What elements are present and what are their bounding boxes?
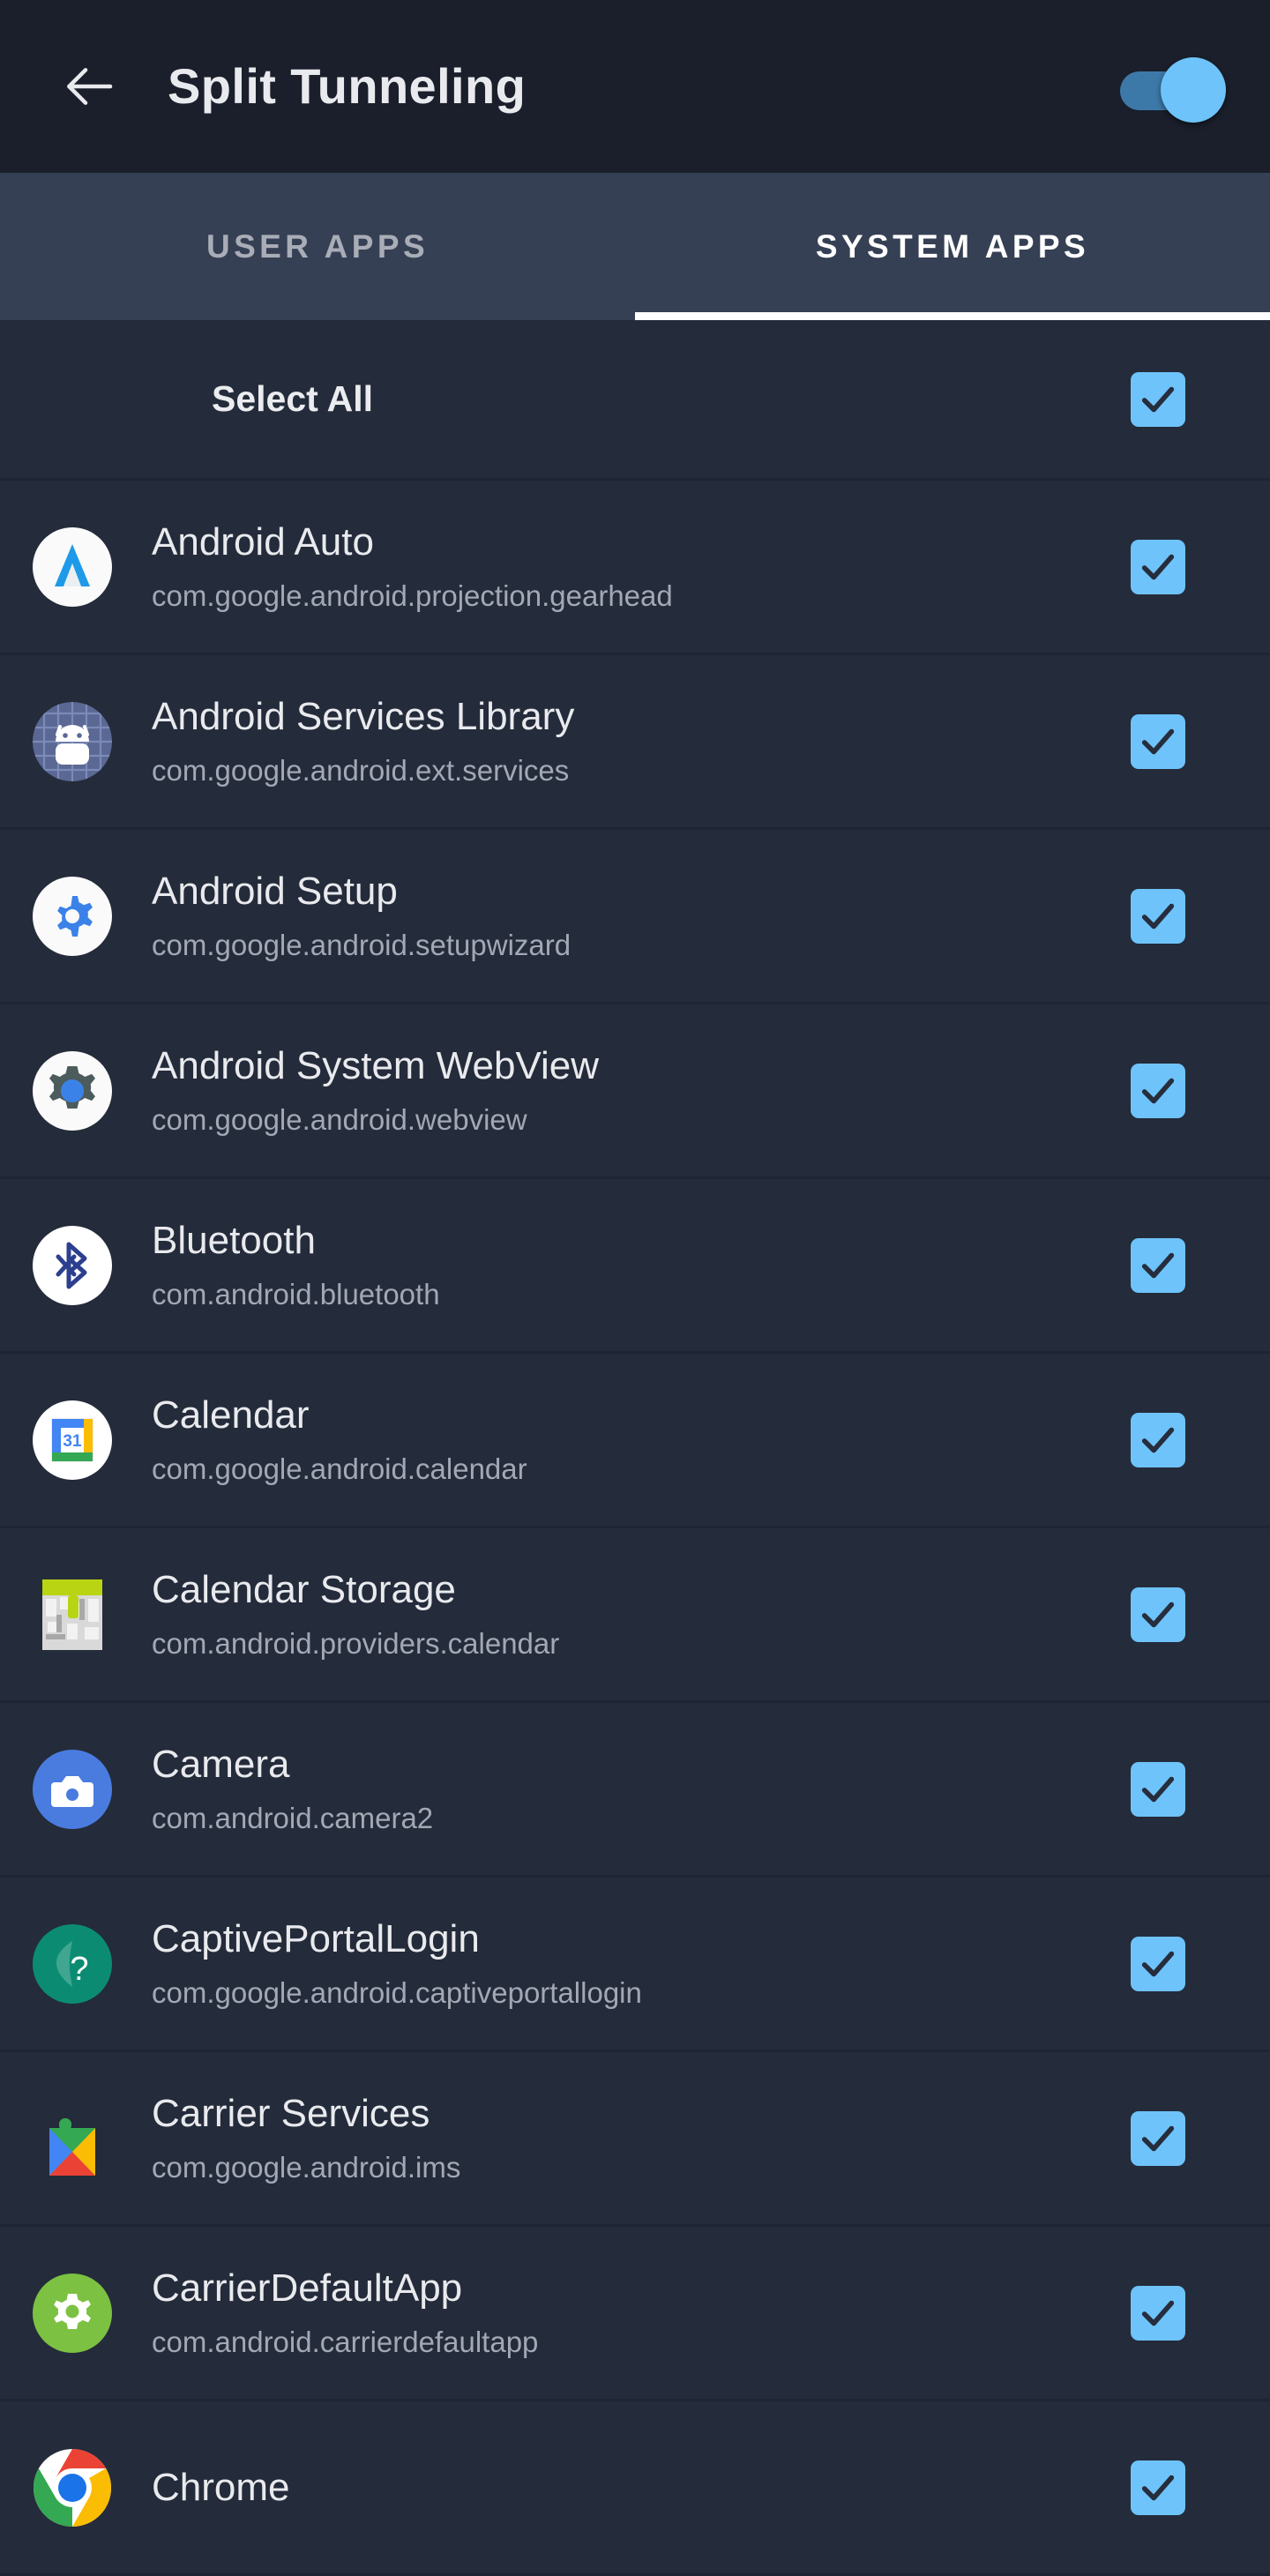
app-package-name: com.google.android.ext.services [152,755,570,788]
svg-text:31: 31 [63,1432,82,1451]
app-name: Android Services Library [152,695,575,738]
captive-portal-question-icon: ? [30,1922,115,2006]
app-row[interactable]: Android System WebView com.google.android… [0,1004,1270,1179]
app-checkbox[interactable] [1131,539,1185,594]
app-name: Camera [152,1743,290,1786]
android-webview-icon [30,1049,115,1133]
calendar-storage-icon [30,1572,115,1657]
app-package-name: com.google.android.ims [152,2152,461,2184]
android-auto-icon [30,525,115,609]
app-checkbox[interactable] [1131,1063,1185,1118]
app-checkbox[interactable] [1131,2460,1185,2515]
select-all-text: Select All [212,378,1131,420]
app-row[interactable]: Bluetooth com.android.bluetooth [0,1179,1270,1354]
app-package-name: com.android.bluetooth [152,1279,440,1311]
camera-icon [30,1747,115,1832]
app-row-text: Android System WebView com.google.android… [152,1045,1131,1137]
app-name: Android Auto [152,520,374,564]
app-name: Carrier Services [152,2092,430,2135]
app-name: Chrome [152,2466,290,2509]
app-row-text: Calendar Storage com.android.providers.ca… [152,1569,1131,1661]
app-checkbox[interactable] [1131,713,1185,769]
app-row-text: Camera com.android.camera2 [152,1743,1131,1835]
app-package-name: com.google.android.calendar [152,1453,527,1486]
app-row-text: CaptivePortalLogin com.google.android.cap… [152,1918,1131,2010]
app-checkbox[interactable] [1131,2285,1185,2341]
app-checkbox[interactable] [1131,1412,1185,1467]
app-row[interactable]: Calendar Storage com.android.providers.ca… [0,1528,1270,1703]
app-name: Android Setup [152,870,398,913]
app-checkbox[interactable] [1131,1237,1185,1293]
bluetooth-icon [30,1223,115,1308]
app-checkbox[interactable] [1131,2110,1185,2166]
app-row[interactable]: Chrome [0,2401,1270,2576]
android-setup-gear-icon [30,874,115,959]
app-package-name: com.android.carrierdefaultapp [152,2326,539,2359]
app-name: Calendar [152,1393,310,1437]
tab-user-apps-label: USER APPS [205,228,430,265]
app-name: Calendar Storage [152,1568,456,1611]
app-row-text: CarrierDefaultApp com.android.carrierdefa… [152,2267,1131,2359]
app-row-text: Android Setup com.google.android.setupwiz… [152,870,1131,962]
app-row[interactable]: Android Services Library com.google.andro… [0,655,1270,830]
app-row[interactable]: Carrier Services com.google.android.ims [0,2052,1270,2227]
app-name: CarrierDefaultApp [152,2266,463,2310]
tab-bar: USER APPS SYSTEM APPS [0,173,1270,320]
select-all-label: Select All [212,378,374,419]
app-checkbox[interactable] [1131,888,1185,944]
app-row-text: Chrome [152,2467,1131,2509]
tab-system-apps-label: SYSTEM APPS [815,228,1090,265]
app-row[interactable]: Camera com.android.camera2 [0,1703,1270,1878]
app-row[interactable]: Android Auto com.google.android.projectio… [0,481,1270,655]
app-package-name: com.google.android.projection.gearhead [152,580,673,613]
app-checkbox[interactable] [1131,1761,1185,1817]
arrow-left-icon [61,58,117,115]
carrier-default-gear-icon [30,2271,115,2356]
app-row[interactable]: 31 Calendar com.google.android.calendar [0,1354,1270,1528]
app-name: CaptivePortalLogin [152,1917,480,1960]
tab-system-apps[interactable]: SYSTEM APPS [635,173,1270,320]
app-row[interactable]: Android Setup com.google.android.setupwiz… [0,830,1270,1004]
app-package-name: com.google.android.captiveportallogin [152,1977,642,2010]
back-button[interactable] [51,49,127,124]
app-package-name: com.android.providers.calendar [152,1628,560,1661]
svg-text:?: ? [70,1951,88,1988]
app-row-text: Android Auto com.google.android.projectio… [152,521,1131,613]
app-row-text: Carrier Services com.google.android.ims [152,2093,1131,2184]
app-row[interactable]: CarrierDefaultApp com.android.carrierdefa… [0,2227,1270,2401]
google-play-services-puzzle-icon [30,2096,115,2181]
select-all-checkbox[interactable] [1131,371,1185,427]
app-package-name: com.google.android.webview [152,1104,527,1137]
app-name: Bluetooth [152,1219,316,1262]
app-bar: Split Tunneling [0,0,1270,173]
app-package-name: com.google.android.setupwizard [152,930,572,962]
app-row-text: Calendar com.google.android.calendar [152,1394,1131,1486]
page-title: Split Tunneling [168,58,527,114]
app-row-text: Android Services Library com.google.andro… [152,696,1131,788]
app-row[interactable]: ? CaptivePortalLogin com.google.android.c… [0,1878,1270,2052]
toggle-thumb [1161,57,1226,123]
app-checkbox[interactable] [1131,1936,1185,1991]
android-services-library-icon [30,699,115,784]
google-calendar-icon: 31 [30,1398,115,1482]
app-row-text: Bluetooth com.android.bluetooth [152,1220,1131,1311]
chrome-icon [30,2445,115,2530]
app-checkbox[interactable] [1131,1587,1185,1642]
app-list: Select All Android Auto com.google.androi… [0,320,1270,2576]
app-name: Android System WebView [152,1044,600,1087]
split-tunneling-toggle[interactable] [1115,52,1226,123]
app-package-name: com.android.camera2 [152,1803,434,1835]
tab-user-apps[interactable]: USER APPS [0,173,635,320]
select-all-row[interactable]: Select All [0,320,1270,481]
